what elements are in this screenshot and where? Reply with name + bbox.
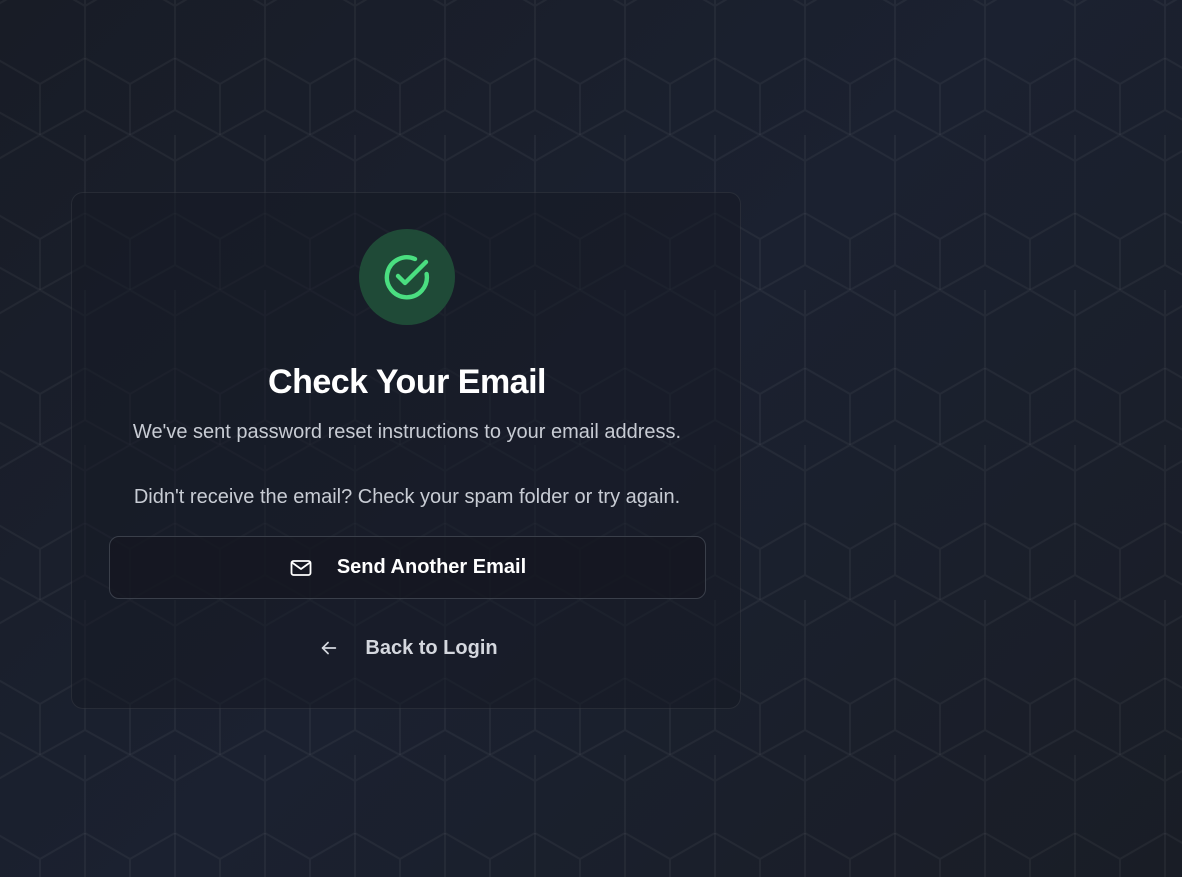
mail-icon [289,556,313,580]
check-circle-icon [384,255,430,300]
success-badge [359,229,455,325]
page-title: Check Your Email [268,363,546,401]
reset-confirmation-card: Check Your Email We've sent password res… [71,192,741,709]
send-another-email-label: Send Another Email [336,556,527,578]
back-to-login-link[interactable]: Back to Login [308,631,508,665]
spam-hint-text: Didn't receive the email? Check your spa… [133,486,681,508]
back-to-login-label: Back to Login [365,636,498,659]
confirmation-message: We've sent password reset instructions t… [132,421,682,443]
send-another-email-button[interactable]: Send Another Email [109,536,706,599]
arrow-left-icon [318,637,340,659]
